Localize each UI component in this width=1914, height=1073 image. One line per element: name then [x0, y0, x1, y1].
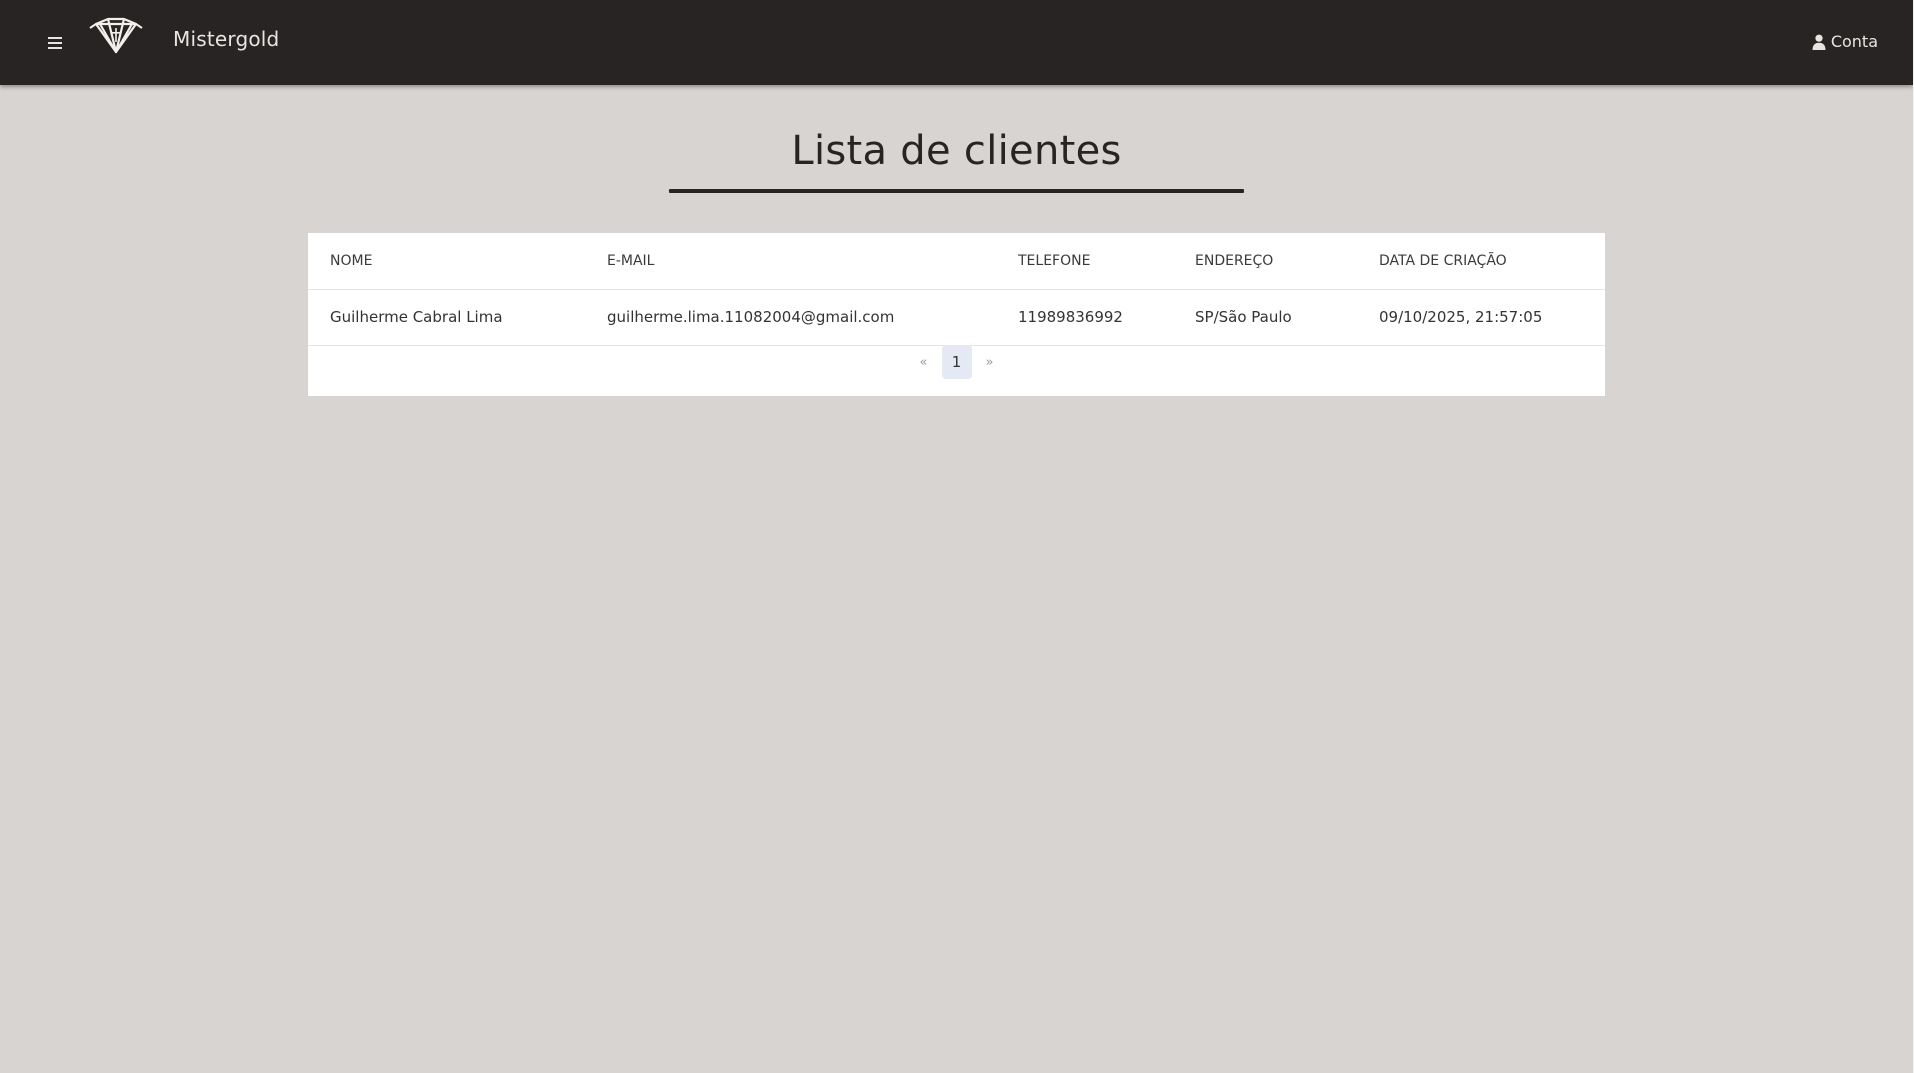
- column-header-nome[interactable]: NOME: [308, 233, 585, 290]
- pagination-page-1[interactable]: 1: [941, 345, 972, 379]
- title-underline: [669, 189, 1244, 193]
- column-header-endereco[interactable]: ENDEREÇO: [1173, 233, 1357, 290]
- pagination-prev-button[interactable]: «: [912, 355, 936, 370]
- column-header-telefone[interactable]: TELEFONE: [996, 233, 1173, 290]
- account-label: Conta: [1830, 32, 1878, 51]
- account-button[interactable]: Conta: [1812, 32, 1878, 51]
- user-icon: [1812, 34, 1826, 50]
- pagination: « 1 »: [308, 345, 1605, 379]
- pagination-next-button[interactable]: »: [978, 355, 1002, 370]
- column-header-email[interactable]: E-MAIL: [585, 233, 996, 290]
- cell-telefone: 11989836992: [996, 289, 1173, 346]
- cell-endereco: SP/São Paulo: [1173, 289, 1357, 346]
- diamond-logo-icon[interactable]: [88, 16, 144, 56]
- brand-name[interactable]: Mistergold: [173, 27, 279, 51]
- table-row[interactable]: Guilherme Cabral Lima guilherme.lima.110…: [308, 289, 1605, 346]
- table-header-row: NOME E-MAIL TELEFONE ENDEREÇO DATA DE CR…: [308, 233, 1605, 290]
- clients-table-card: NOME E-MAIL TELEFONE ENDEREÇO DATA DE CR…: [308, 233, 1605, 396]
- page-title-wrapper: Lista de clientes: [0, 128, 1913, 174]
- app-viewport: Mistergold Conta Lista de clientes NOME …: [0, 0, 1914, 1073]
- cell-email: guilherme.lima.11082004@gmail.com: [585, 289, 996, 346]
- top-navbar: Mistergold Conta: [0, 0, 1913, 85]
- cell-data-criacao: 09/10/2025, 21:57:05: [1357, 289, 1605, 346]
- page-title: Lista de clientes: [791, 128, 1122, 174]
- cell-nome: Guilherme Cabral Lima: [308, 289, 585, 346]
- clients-table: NOME E-MAIL TELEFONE ENDEREÇO DATA DE CR…: [308, 233, 1605, 346]
- column-header-data-criacao[interactable]: DATA DE CRIAÇÃO: [1357, 233, 1605, 290]
- hamburger-menu-button[interactable]: [40, 29, 70, 57]
- hamburger-menu-icon: [48, 37, 62, 49]
